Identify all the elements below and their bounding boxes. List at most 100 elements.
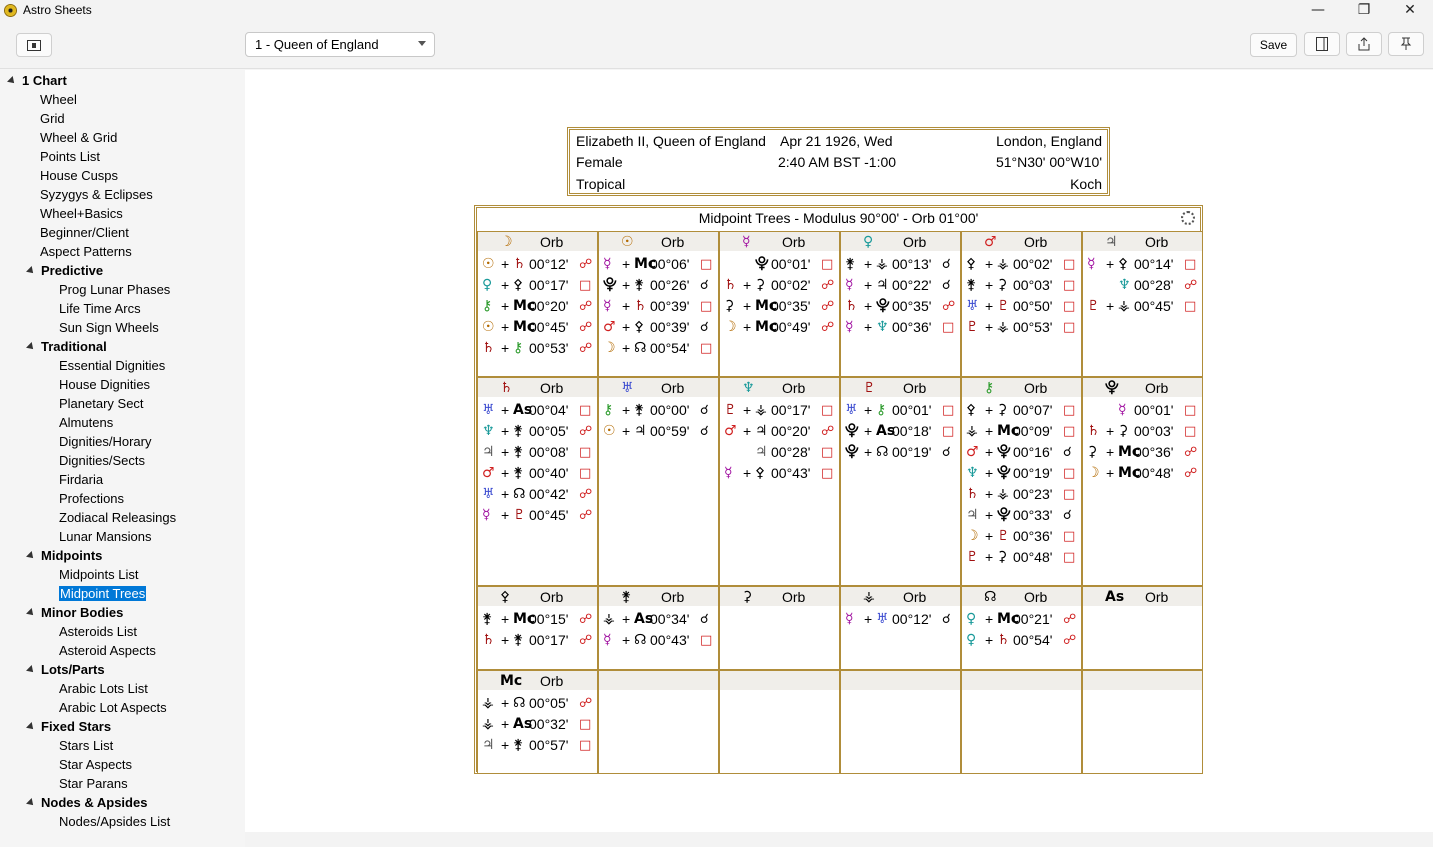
sidebar-item-wheel-basics[interactable]: Wheel+Basics: [40, 204, 123, 223]
gear-icon[interactable]: [1181, 211, 1195, 225]
orb-value: 00°39': [650, 319, 690, 335]
sidebar-item-house-dignities[interactable]: House Dignities: [59, 375, 150, 394]
sidebar-item-star-aspects[interactable]: Star Aspects: [59, 755, 132, 774]
sidebar-item-1-chart[interactable]: 1 Chart: [7, 71, 67, 90]
toggle-sidebar-button[interactable]: [16, 33, 52, 57]
midpoint-row: ☽ + Mc 00°49' ☍: [724, 317, 838, 338]
sidebar-tree: 1 Chart Wheel Grid Wheel & Grid Points List H…: [0, 70, 245, 847]
orb-value: 00°28': [1134, 277, 1174, 293]
expand-arrow-icon[interactable]: [26, 722, 36, 732]
midpoint-row: ⯓ + As 00°18' □: [845, 421, 959, 442]
save-button[interactable]: Save: [1250, 33, 1297, 57]
sidebar-item-midpoint-trees[interactable]: Midpoint Trees: [59, 584, 147, 603]
orb-value: 00°22': [892, 277, 932, 293]
sidebar-item-nodes-apsides-list[interactable]: Nodes/Apsides List: [59, 812, 170, 831]
sidebar-item-fixed-stars[interactable]: Fixed Stars: [26, 717, 111, 736]
sidebar-item-midpoints-list[interactable]: Midpoints List: [59, 565, 138, 584]
orb-value: 00°20': [771, 423, 811, 439]
cell-header: [1083, 671, 1202, 690]
focal-point-glyph-icon: ⚵: [621, 589, 632, 605]
point-a-glyph-icon: ♅: [966, 298, 979, 314]
point-a-glyph-icon: ♇: [724, 402, 737, 418]
aspect-glyph-icon: ☌: [942, 257, 951, 272]
sidebar-item-firdaria[interactable]: Firdaria: [59, 470, 103, 489]
sidebar-item-aspect-patterns[interactable]: Aspect Patterns: [40, 242, 132, 261]
sidebar-item-asteroid-aspects[interactable]: Asteroid Aspects: [59, 641, 156, 660]
plus-sign: +: [864, 611, 873, 627]
aspect-glyph-icon: □: [579, 717, 592, 732]
sidebar-item-essential-dignities[interactable]: Essential Dignities: [59, 356, 165, 375]
sidebar-item-lunar-mansions[interactable]: Lunar Mansions: [59, 527, 152, 546]
sidebar-item-house-cusps[interactable]: House Cusps: [40, 166, 118, 185]
focal-point-glyph-icon: ⚳: [742, 589, 753, 605]
orb-value: 00°02': [1013, 256, 1053, 272]
table-title: Midpoint Trees - Modulus 90°00' - Orb 01…: [698, 210, 979, 226]
chart-select-dropdown[interactable]: 1 - Queen of England: [245, 32, 435, 57]
expand-arrow-icon[interactable]: [26, 665, 36, 675]
orb-value: 00°54': [1013, 632, 1053, 648]
midpoint-trees-table: Midpoint Trees - Modulus 90°00' - Orb 01…: [474, 205, 1203, 774]
minimize-button[interactable]: —: [1295, 0, 1341, 20]
aspect-glyph-icon: □: [942, 424, 955, 439]
sidebar-item-points-list[interactable]: Points List: [40, 147, 100, 166]
sidebar-item-dignities-sects[interactable]: Dignities/Sects: [59, 451, 145, 470]
focal-point-glyph-icon: ♇: [863, 380, 876, 396]
aspect-glyph-icon: ☍: [579, 424, 593, 439]
sidebar-item-beginner-client[interactable]: Beginner/Client: [40, 223, 129, 242]
sidebar-item-almutens[interactable]: Almutens: [59, 413, 113, 432]
sidebar-item-arabic-lot-aspects[interactable]: Arabic Lot Aspects: [59, 698, 167, 717]
aspect-glyph-icon: ☌: [1063, 508, 1072, 523]
plus-sign: +: [622, 423, 631, 439]
midpoint-row: ⯓ 00°01' □: [724, 254, 838, 275]
sidebar-item-predictive[interactable]: Predictive: [26, 261, 103, 280]
sidebar-item-nodes-apsides[interactable]: Nodes & Apsides: [26, 793, 147, 812]
page-view-button[interactable]: [1304, 32, 1340, 56]
share-button[interactable]: [1346, 32, 1382, 56]
orb-column-header: Orb: [903, 234, 927, 250]
sidebar-item-midpoints[interactable]: Midpoints: [26, 546, 102, 565]
point-b-glyph-icon: ☊: [634, 632, 647, 648]
point-a-glyph-icon: ♆: [966, 465, 979, 481]
orb-column-header: Orb: [1024, 234, 1048, 250]
sidebar-item-stars-list[interactable]: Stars List: [59, 736, 113, 755]
plus-sign: +: [743, 298, 752, 314]
sidebar-item-dignities-horary[interactable]: Dignities/Horary: [59, 432, 151, 451]
expand-arrow-icon[interactable]: [26, 798, 36, 808]
sidebar-item-syzygys-eclipses[interactable]: Syzygys & Eclipses: [40, 185, 153, 204]
house-system: Koch: [1070, 176, 1102, 192]
sidebar-item-minor-bodies[interactable]: Minor Bodies: [26, 603, 123, 622]
sidebar-item-life-time-arcs[interactable]: Life Time Arcs: [59, 299, 141, 318]
sidebar-item-traditional[interactable]: Traditional: [26, 337, 107, 356]
point-b-glyph-icon: ⚳: [997, 402, 1008, 418]
sidebar-item-planetary-sect[interactable]: Planetary Sect: [59, 394, 144, 413]
orb-column-header: Orb: [1145, 380, 1169, 396]
point-b-glyph-icon: ⚶: [997, 486, 1009, 502]
sidebar-item-wheel[interactable]: Wheel: [40, 90, 77, 109]
sidebar-item-zodiacal-releasings[interactable]: Zodiacal Releasings: [59, 508, 176, 527]
cell-header: ♄ Orb: [478, 378, 597, 397]
orb-value: 00°36': [1134, 444, 1174, 460]
expand-arrow-icon[interactable]: [26, 266, 36, 276]
expand-arrow-icon[interactable]: [26, 608, 36, 618]
point-a-glyph-icon: ☿: [724, 465, 733, 481]
sidebar-item-profections[interactable]: Profections: [59, 489, 124, 508]
expand-arrow-icon[interactable]: [7, 76, 17, 86]
orb-value: 00°45': [529, 507, 569, 523]
sidebar-item-wheel-grid[interactable]: Wheel & Grid: [40, 128, 117, 147]
sidebar-item-arabic-lots-list[interactable]: Arabic Lots List: [59, 679, 148, 698]
maximize-button[interactable]: ❐: [1341, 0, 1387, 20]
orb-value: 00°18': [892, 423, 932, 439]
point-a-glyph-icon: ♂: [966, 444, 979, 460]
midpoint-tree-cell: [961, 670, 1082, 774]
sidebar-item-grid[interactable]: Grid: [40, 109, 65, 128]
close-button[interactable]: ✕: [1387, 0, 1433, 20]
sidebar-item-asteroids-list[interactable]: Asteroids List: [59, 622, 137, 641]
plus-sign: +: [501, 737, 510, 753]
pin-button[interactable]: [1388, 32, 1424, 56]
expand-arrow-icon[interactable]: [26, 342, 36, 352]
sidebar-item-prog-lunar-phases[interactable]: Prog Lunar Phases: [59, 280, 170, 299]
sidebar-item-sun-sign-wheels[interactable]: Sun Sign Wheels: [59, 318, 159, 337]
sidebar-item-star-parans[interactable]: Star Parans: [59, 774, 128, 793]
expand-arrow-icon[interactable]: [26, 551, 36, 561]
sidebar-item-lots-parts[interactable]: Lots/Parts: [26, 660, 105, 679]
